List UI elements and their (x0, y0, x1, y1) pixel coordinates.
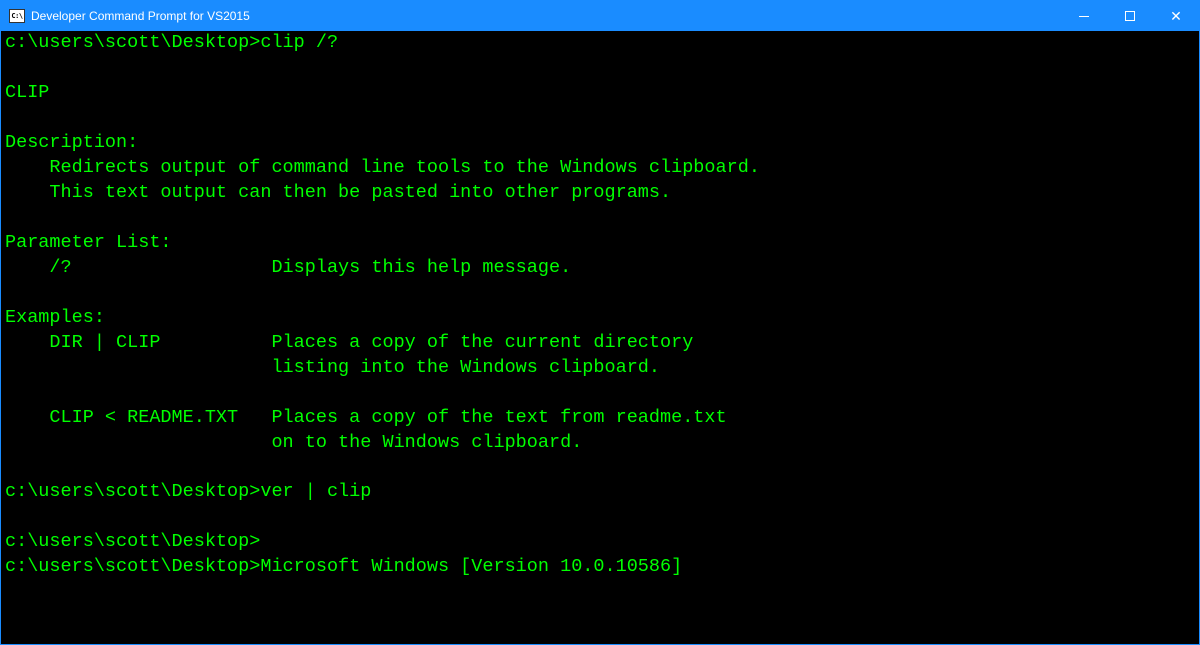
maximize-icon (1125, 11, 1135, 21)
command-prompt-window: C:\ Developer Command Prompt for VS2015 … (0, 0, 1200, 645)
minimize-icon (1079, 16, 1089, 17)
cmd-icon: C:\ (9, 9, 25, 23)
close-icon: ✕ (1170, 9, 1182, 23)
close-button[interactable]: ✕ (1153, 1, 1199, 31)
window-title: Developer Command Prompt for VS2015 (31, 9, 1061, 23)
minimize-button[interactable] (1061, 1, 1107, 31)
titlebar[interactable]: C:\ Developer Command Prompt for VS2015 … (1, 1, 1199, 31)
window-controls: ✕ (1061, 1, 1199, 31)
terminal-output[interactable]: c:\users\scott\Desktop>clip /? CLIP Desc… (1, 31, 1199, 644)
maximize-button[interactable] (1107, 1, 1153, 31)
cmd-icon-label: C:\ (11, 12, 22, 20)
